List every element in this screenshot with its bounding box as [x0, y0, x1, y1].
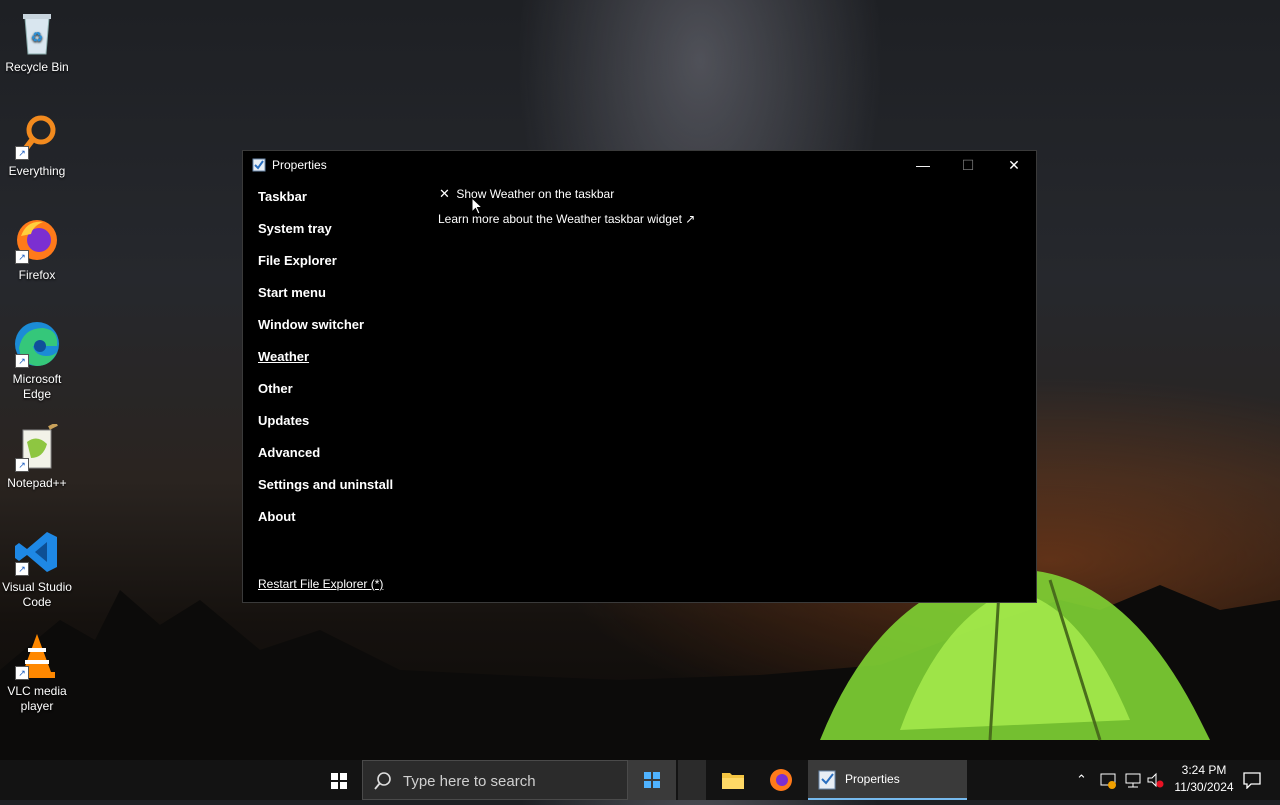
desktop-icon-label: Microsoft Edge	[12, 372, 62, 401]
search-placeholder: Type here to search	[403, 773, 536, 790]
desktop-icon-label: Everything	[8, 164, 66, 178]
clock[interactable]: 3:24 PM 11/30/2024	[1168, 763, 1240, 794]
clock-date: 11/30/2024	[1174, 780, 1234, 794]
nav-item-system-tray[interactable]: System tray	[258, 221, 332, 236]
firefox-icon	[770, 769, 792, 791]
search-icon	[374, 772, 391, 790]
taskbar-app-label: Properties	[845, 772, 900, 786]
shortcut-arrow-icon: ↗	[15, 146, 29, 160]
desktop-icon-firefox[interactable]: ↗ Firefox	[0, 216, 74, 283]
nav-item-updates[interactable]: Updates	[258, 413, 309, 428]
shortcut-arrow-icon: ↗	[15, 354, 29, 368]
nav-item-start-menu[interactable]: Start menu	[258, 285, 326, 300]
desktop-icon-edge[interactable]: ↗ Microsoft Edge	[0, 320, 74, 402]
start-button[interactable]	[318, 760, 360, 800]
notifications-icon[interactable]	[1242, 771, 1262, 789]
taskbar-firefox[interactable]	[760, 760, 802, 800]
notepadpp-icon: ↗	[13, 422, 61, 472]
desktop-icon-everything[interactable]: ↗ Everything	[0, 112, 74, 179]
properties-app-icon	[818, 770, 836, 790]
maximize-button[interactable]: ☐	[945, 151, 991, 180]
widgets-button[interactable]	[628, 760, 676, 800]
nav-item-taskbar[interactable]: Taskbar	[258, 189, 307, 204]
recycle-bin-icon: ♻	[13, 8, 61, 56]
window-title: Properties	[272, 158, 327, 172]
desktop-icon-recycle-bin[interactable]: ♻ Recycle Bin	[0, 8, 74, 75]
nav-item-advanced[interactable]: Advanced	[258, 445, 320, 460]
volume-muted-icon[interactable]	[1146, 771, 1164, 789]
taskbar-search-box[interactable]: Type here to search	[362, 760, 628, 800]
nav-item-settings-and-uninstall[interactable]: Settings and uninstall	[258, 477, 393, 492]
clock-time: 3:24 PM	[1181, 763, 1227, 777]
edge-icon: ↗	[13, 320, 61, 368]
nav-item-window-switcher[interactable]: Window switcher	[258, 317, 364, 332]
windows-flag-icon	[644, 772, 660, 788]
desktop-icon-label: Recycle Bin	[5, 60, 69, 74]
unchecked-x-icon: ✕	[439, 186, 450, 201]
taskbar-file-explorer[interactable]	[712, 760, 754, 800]
desktop-icon-vscode[interactable]: ↗ Visual Studio Code	[0, 528, 74, 610]
desktop-icon-label: Firefox	[18, 268, 56, 282]
nav-item-about[interactable]: About	[258, 509, 296, 524]
desktop-icon-notepadpp[interactable]: ↗ Notepad++	[0, 422, 74, 491]
vlc-icon: ↗	[13, 632, 61, 680]
mouse-cursor-icon	[471, 197, 483, 215]
taskbar-properties-app[interactable]: Properties	[808, 760, 967, 800]
restart-file-explorer-link[interactable]: Restart File Explorer (*)	[258, 577, 383, 591]
close-button[interactable]: ✕	[991, 151, 1037, 180]
shortcut-arrow-icon: ↗	[15, 562, 29, 576]
network-icon[interactable]	[1124, 771, 1142, 789]
shortcut-arrow-icon: ↗	[15, 250, 29, 264]
properties-app-icon	[252, 158, 266, 172]
vscode-icon: ↗	[13, 528, 61, 576]
nav-item-other[interactable]: Other	[258, 381, 293, 396]
minimize-button[interactable]: —	[900, 151, 946, 180]
shortcut-arrow-icon: ↗	[15, 666, 29, 680]
desktop-icon-label: VLC media player	[7, 684, 67, 713]
everything-search-icon: ↗	[13, 112, 61, 160]
svg-text:♻: ♻	[31, 29, 44, 45]
show-hidden-icons-chevron-icon[interactable]: ⌃	[1076, 772, 1087, 788]
desktop-icon-vlc[interactable]: ↗ VLC media player	[0, 632, 74, 714]
firefox-icon: ↗	[13, 216, 61, 264]
properties-window: Properties — ☐ ✕ Taskbar System tray Fil…	[242, 150, 1037, 603]
nav-item-file-explorer[interactable]: File Explorer	[258, 253, 337, 268]
desktop-icon-label: Visual Studio Code	[2, 580, 72, 609]
nav-item-weather[interactable]: Weather	[258, 349, 309, 364]
shortcut-arrow-icon: ↗	[15, 458, 29, 472]
taskbar: Type here to search Properties ⌃ 3:24 PM…	[0, 760, 1280, 800]
window-titlebar[interactable]: Properties — ☐ ✕	[243, 151, 1036, 180]
task-view-button[interactable]	[678, 760, 706, 800]
desktop-icon-label: Notepad++	[7, 476, 67, 490]
show-weather-toggle[interactable]: ✕ Show Weather on the taskbar	[439, 186, 614, 202]
folder-icon	[722, 773, 744, 789]
security-icon[interactable]	[1099, 771, 1117, 789]
windows-logo-icon	[331, 773, 347, 789]
